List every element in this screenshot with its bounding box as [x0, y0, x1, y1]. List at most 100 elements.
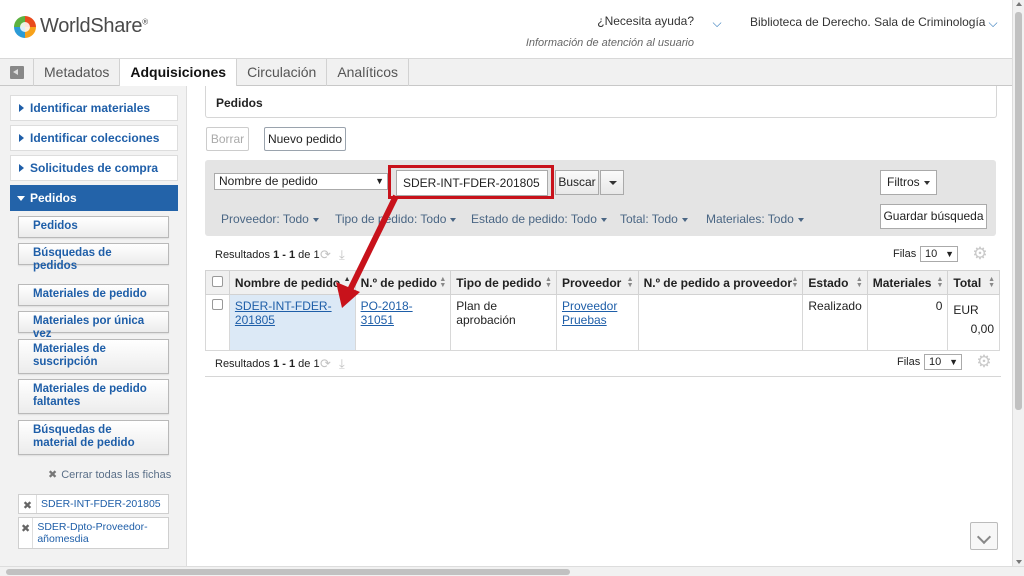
results-count-bottom: Resultados 1 - 1 de 1	[215, 358, 320, 370]
scroll-chevron-down-icon[interactable]	[970, 522, 998, 550]
cell-numero-proveedor	[637, 294, 804, 351]
collapse-triangle-icon	[17, 196, 25, 201]
rows-label: Filas	[897, 356, 921, 368]
column-header-proveedor[interactable]: Proveedor ▲ ▼	[555, 270, 639, 295]
sidebar-section-pedidos[interactable]: Pedidos	[10, 185, 178, 211]
close-icon[interactable]: ✖	[19, 495, 37, 513]
help-question[interactable]: ¿Necesita ayuda?	[522, 14, 694, 28]
tab-metadatos[interactable]: Metadatos	[34, 59, 121, 86]
open-tab-label[interactable]: SDER-Dpto-Proveedor-añomesdia	[33, 518, 168, 548]
gear-icon[interactable]: ⚙	[976, 353, 992, 370]
column-header-tipo[interactable]: Tipo de pedido ▲ ▼	[450, 270, 557, 295]
save-search-button[interactable]: Guardar búsqueda	[880, 204, 987, 229]
open-tab-card[interactable]: ✖ SDER-INT-FDER-201805	[18, 494, 169, 514]
worldshare-logo[interactable]: WorldShare®	[14, 15, 148, 38]
sidebar-item-pedidos[interactable]: Pedidos	[18, 216, 169, 238]
sidebar-section-solicitudes-compra[interactable]: Solicitudes de compra	[10, 155, 178, 181]
sort-icon: ▲ ▼	[855, 276, 863, 289]
column-header-materiales[interactable]: Materiales ▲ ▼	[866, 270, 949, 295]
expand-triangle-icon	[19, 104, 24, 112]
cell-materiales: 0	[866, 294, 949, 351]
sidebar-item-busquedas-material[interactable]: Búsquedas de material de pedido	[18, 420, 169, 455]
cell-tipo: Plan de aprobación	[450, 294, 557, 351]
select-all-checkbox[interactable]	[211, 275, 223, 287]
caret-down-icon	[797, 217, 804, 222]
facet-materiales[interactable]: Materiales: Todo	[706, 212, 804, 226]
orders-table: Nombre de pedido ▲ N.º de pedido ▲ ▼ Tipo d…	[205, 270, 1000, 351]
tab-adquisiciones[interactable]: Adquisiciones	[120, 59, 238, 86]
column-header-estado[interactable]: Estado ▲ ▼	[802, 270, 868, 295]
download-icon[interactable]: ⤓	[339, 356, 345, 372]
open-tab-card[interactable]: ✖ SDER-Dpto-Proveedor-añomesdia	[18, 517, 169, 549]
total-currency: EUR	[953, 303, 979, 317]
library-chevron-down-icon[interactable]: ⌵	[985, 15, 1001, 31]
sidebar-item-materiales-pedido[interactable]: Materiales de pedido	[18, 284, 169, 306]
sidebar-item-busquedas-pedidos[interactable]: Búsquedas de pedidos	[18, 243, 169, 272]
gear-icon[interactable]: ⚙	[972, 245, 988, 262]
page-title-panel: Pedidos	[205, 86, 997, 118]
app-header: WorldShare® ¿Necesita ayuda? Información…	[0, 0, 1012, 58]
caret-down-icon	[600, 217, 607, 222]
help-menu[interactable]: ¿Necesita ayuda? Información de atención…	[522, 14, 694, 49]
logo-text: WorldShare®	[40, 15, 148, 37]
sort-icon: ▲ ▼	[791, 276, 799, 289]
help-chevron-down-icon[interactable]: ⌵	[709, 15, 725, 31]
collapse-icon	[9, 66, 24, 79]
sort-icon: ▲ ▼	[545, 276, 552, 289]
close-icon[interactable]: ✖	[19, 518, 34, 548]
close-all-tabs-link[interactable]: ✖ Cerrar todas las fichas	[48, 468, 171, 481]
logo-icon	[14, 15, 36, 38]
rows-per-page-select[interactable]: 10 ▼	[924, 354, 962, 370]
sidebar-section-identificar-colecciones[interactable]: Identificar colecciones	[10, 125, 178, 151]
scroll-thumb[interactable]	[1015, 12, 1022, 410]
facet-estado-pedido[interactable]: Estado de pedido: Todo	[471, 212, 607, 226]
cell-proveedor: Proveedor Pruebas	[555, 294, 639, 351]
column-header-numero-proveedor[interactable]: N.º de pedido a proveedor ▲ ▼	[637, 270, 804, 295]
divider	[205, 376, 1001, 377]
sort-icon: ▲ ▼	[936, 276, 944, 289]
order-name-link[interactable]: SDER-INT-FDER-201805	[235, 299, 332, 327]
vendor-link[interactable]: Proveedor Pruebas	[562, 299, 617, 327]
search-field-select[interactable]: Nombre de pedido ▼	[214, 173, 388, 190]
sort-icon: ▲ ▼	[626, 276, 634, 289]
sidebar-item-materiales-suscripcion[interactable]: Materiales de suscripción	[18, 339, 169, 374]
sidebar-item-materiales-unica-vez[interactable]: Materiales por única vez	[18, 311, 169, 340]
library-name[interactable]: Biblioteca de Derecho. Sala de Criminolo…	[750, 15, 985, 29]
cell-estado: Realizado	[802, 294, 868, 351]
tab-analiticos[interactable]: Analíticos	[327, 59, 410, 86]
caret-down-icon	[450, 217, 457, 222]
row-checkbox[interactable]	[211, 299, 223, 310]
horizontal-scrollbar[interactable]	[0, 566, 1024, 576]
collapse-sidebar-button[interactable]	[0, 59, 34, 86]
scroll-thumb[interactable]	[6, 569, 570, 575]
column-header-total[interactable]: Total ▲ ▼	[947, 270, 1000, 295]
sidebar: Identificar materiales Identificar colec…	[0, 86, 187, 566]
dropdown-arrow-icon: ▼	[945, 249, 954, 259]
sidebar-item-materiales-faltantes[interactable]: Materiales de pedido faltantes	[18, 379, 169, 414]
open-tab-label[interactable]: SDER-INT-FDER-201805	[37, 495, 165, 513]
tab-circulacion[interactable]: Circulación	[237, 59, 328, 86]
scroll-up-icon[interactable]	[1016, 2, 1022, 6]
delete-button[interactable]: Borrar	[206, 127, 249, 151]
scroll-down-icon[interactable]	[1016, 560, 1022, 564]
page-title: Pedidos	[216, 96, 263, 110]
new-order-button[interactable]: Nuevo pedido	[264, 127, 346, 151]
caret-down-icon	[681, 217, 688, 222]
facet-proveedor[interactable]: Proveedor: Todo	[221, 212, 319, 226]
cell-total: EUR 0,00	[947, 294, 1000, 351]
filters-button[interactable]: Filtros	[880, 170, 937, 195]
sidebar-section-identificar-materiales[interactable]: Identificar materiales	[10, 95, 178, 121]
annotation-highlight-box	[388, 165, 554, 199]
search-button[interactable]: Buscar	[555, 170, 599, 195]
rows-per-page-select[interactable]: 10 ▼	[920, 246, 958, 262]
caret-down-icon	[923, 180, 930, 185]
table-row[interactable]: SDER-INT-FDER-201805 PO-2018-31051 Plan …	[205, 294, 1000, 351]
refresh-icon[interactable]: ⟳	[320, 356, 331, 372]
results-count: Resultados 1 - 1 de 1	[215, 249, 320, 261]
select-all-cell	[205, 270, 230, 295]
vertical-scrollbar[interactable]	[1012, 0, 1024, 566]
search-options-dropdown[interactable]	[600, 170, 624, 195]
caret-down-icon	[312, 217, 319, 222]
facet-total[interactable]: Total: Todo	[620, 212, 688, 226]
module-tabs: Metadatos Adquisiciones Circulación Anal…	[0, 58, 1012, 86]
